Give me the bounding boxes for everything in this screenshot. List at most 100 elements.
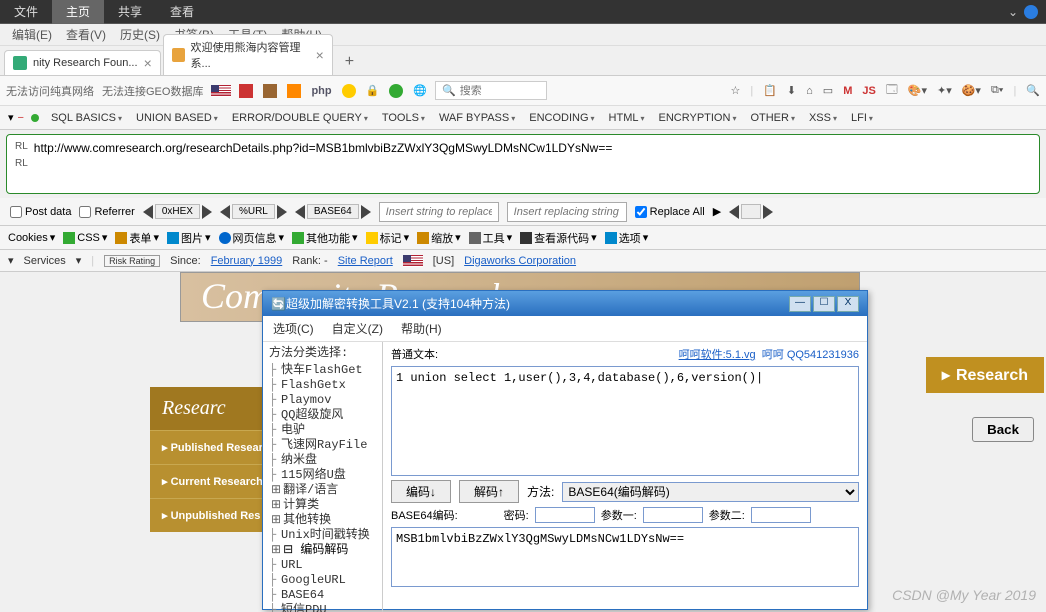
software-link[interactable]: 呵呵软件:5.1.vg <box>679 349 756 361</box>
sidebar-item-published[interactable]: Published Resear <box>150 430 280 464</box>
close-icon[interactable]: × <box>144 55 152 71</box>
menu-edit[interactable]: 编辑(E) <box>8 24 56 45</box>
menu-history[interactable]: 历史(S) <box>116 24 164 45</box>
x-icon[interactable] <box>342 84 356 98</box>
menu-help[interactable]: 帮助(H) <box>401 320 442 337</box>
menu-options[interactable]: 选项(C) <box>273 320 314 337</box>
tree-item[interactable]: QQ超级旋风 <box>269 408 376 423</box>
html-menu[interactable]: HTML <box>604 110 650 126</box>
m-icon[interactable]: M <box>843 85 852 97</box>
empty-chip[interactable] <box>729 204 773 219</box>
close-icon[interactable]: × <box>316 47 324 63</box>
gear-icon[interactable]: ✦▾ <box>937 84 952 97</box>
tree-item[interactable]: 115网络U盘 <box>269 468 376 483</box>
tree-item[interactable]: GoogleURL <box>269 573 376 588</box>
css-tool[interactable]: CSS▾ <box>63 231 107 244</box>
replace-all-checkbox[interactable]: Replace All <box>635 206 705 218</box>
tab-share[interactable]: 共享 <box>104 0 156 24</box>
lfi-menu[interactable]: LFI <box>846 110 878 126</box>
url-input[interactable] <box>32 139 1035 157</box>
search-input[interactable] <box>460 85 540 97</box>
post-data-checkbox[interactable]: Post data <box>10 206 71 218</box>
encoding-menu[interactable]: ENCODING <box>524 110 599 126</box>
tab-home[interactable]: 主页 <box>52 0 104 24</box>
download-icon[interactable]: ⬇ <box>787 84 796 97</box>
mobile-icon[interactable]: ▭ <box>823 84 833 97</box>
insert-replace-input[interactable] <box>507 202 627 222</box>
param1-input[interactable] <box>643 507 703 523</box>
tree-item[interactable]: BASE64 <box>269 588 376 603</box>
since-link[interactable]: February 1999 <box>211 255 283 267</box>
cookie-icon[interactable]: 🍪▾ <box>962 84 981 97</box>
tree-item[interactable]: 纳米盘 <box>269 453 376 468</box>
tree-item[interactable]: Playmov <box>269 393 376 408</box>
search-box[interactable]: 🔍 <box>435 81 547 100</box>
tree-group[interactable]: 其他转换 <box>269 513 376 528</box>
other-menu[interactable]: OTHER <box>745 110 800 126</box>
company-link[interactable]: Digaworks Corporation <box>464 255 576 267</box>
tools-menu[interactable]: TOOLS <box>377 110 430 126</box>
tree-item[interactable]: URL <box>269 558 376 573</box>
sidebar-item-unpublished[interactable]: Unpublished Res <box>150 498 280 532</box>
base64-chip[interactable]: BASE64 <box>295 204 371 219</box>
site-report-link[interactable]: Site Report <box>338 255 393 267</box>
window-icon[interactable]: ⧉▾ <box>991 84 1003 97</box>
new-tab-button[interactable]: + <box>335 49 364 75</box>
sidebar-item-current[interactable]: Current Research <box>150 464 280 498</box>
menu-custom[interactable]: 自定义(Z) <box>332 320 383 337</box>
tree-group-encoding[interactable]: ⊟ 编码解码 <box>269 543 376 558</box>
referrer-checkbox[interactable]: Referrer <box>79 206 134 218</box>
bug-icon[interactable] <box>389 84 403 98</box>
back-button[interactable]: Back <box>972 417 1034 442</box>
method-tree[interactable]: 方法分类选择: 快车FlashGet FlashGetx Playmov QQ超… <box>263 342 383 612</box>
tree-group[interactable]: 计算类 <box>269 498 376 513</box>
js-icon[interactable]: JS <box>862 85 875 97</box>
search-icon-2[interactable]: 🔍 <box>1026 84 1040 97</box>
encryption-menu[interactable]: ENCRYPTION <box>654 110 742 126</box>
php-icon[interactable]: php <box>311 85 331 97</box>
tree-item[interactable]: 短信PDU <box>269 603 376 612</box>
menu-view[interactable]: 查看(V) <box>62 24 110 45</box>
palette-icon[interactable]: 🎨▾ <box>908 84 927 97</box>
sql-basics-menu[interactable]: SQL BASICS <box>46 110 127 126</box>
plain-text-input[interactable]: 1 union select 1,user(),3,4,database(),6… <box>391 366 859 476</box>
tab-view[interactable]: 查看 <box>156 0 208 24</box>
services-label[interactable]: Services <box>24 255 66 267</box>
options-tool[interactable]: 选项▾ <box>605 230 649 246</box>
tool-tool[interactable]: 工具▾ <box>469 230 513 246</box>
browser-tab-1[interactable]: nity Research Foun... × <box>4 50 161 75</box>
tree-item[interactable]: Unix时间戳转换 <box>269 528 376 543</box>
cards-icon[interactable]: 🗔 <box>886 81 898 100</box>
xss-menu[interactable]: XSS <box>804 110 842 126</box>
tree-item[interactable]: 快车FlashGet <box>269 363 376 378</box>
password-input[interactable] <box>535 507 595 523</box>
zoom-tool[interactable]: 缩放▾ <box>417 230 461 246</box>
tree-item[interactable]: 飞速网RayFile <box>269 438 376 453</box>
tab-file[interactable]: 文件 <box>0 0 52 24</box>
dot-icon[interactable] <box>31 114 39 122</box>
decode-button[interactable]: 解码↑ <box>459 480 519 503</box>
param2-input[interactable] <box>751 507 811 523</box>
mark-tool[interactable]: 标记▾ <box>366 230 410 246</box>
other-tool[interactable]: 其他功能▾ <box>292 230 358 246</box>
home-icon[interactable]: ⌂ <box>806 85 813 97</box>
chevron-down-icon[interactable]: ▾ <box>8 111 14 124</box>
waf-bypass-menu[interactable]: WAF BYPASS <box>434 110 520 126</box>
plugin-icon[interactable] <box>263 84 277 98</box>
source-tool[interactable]: 查看源代码▾ <box>520 230 597 246</box>
tree-item[interactable]: FlashGetx <box>269 378 376 393</box>
output-text[interactable]: MSB1bmlvbiBzZWxlY3QgMSwyLDMsNCw1LDYsNw== <box>391 527 859 587</box>
expand-icon[interactable]: ⌄ <box>1008 5 1018 19</box>
form-tool[interactable]: 表单▾ <box>115 230 159 246</box>
encode-button[interactable]: 编码↓ <box>391 480 451 503</box>
browser-tab-2[interactable]: 欢迎使用熊海内容管理系... × <box>163 34 333 75</box>
union-based-menu[interactable]: UNION BASED <box>131 110 223 126</box>
flag-icon[interactable] <box>239 84 253 98</box>
dialog-titlebar[interactable]: 🔄 超级加解密转换工具V2.1 (支持104种方法) — ☐ X <box>263 291 867 316</box>
info-tool[interactable]: 网页信息▾ <box>219 230 285 246</box>
maximize-button[interactable]: ☐ <box>813 296 835 312</box>
globe-icon[interactable]: 🌐 <box>413 84 427 97</box>
wave-icon[interactable] <box>287 84 301 98</box>
url-chip[interactable]: %URL <box>220 204 287 219</box>
image-tool[interactable]: 图片▾ <box>167 230 211 246</box>
